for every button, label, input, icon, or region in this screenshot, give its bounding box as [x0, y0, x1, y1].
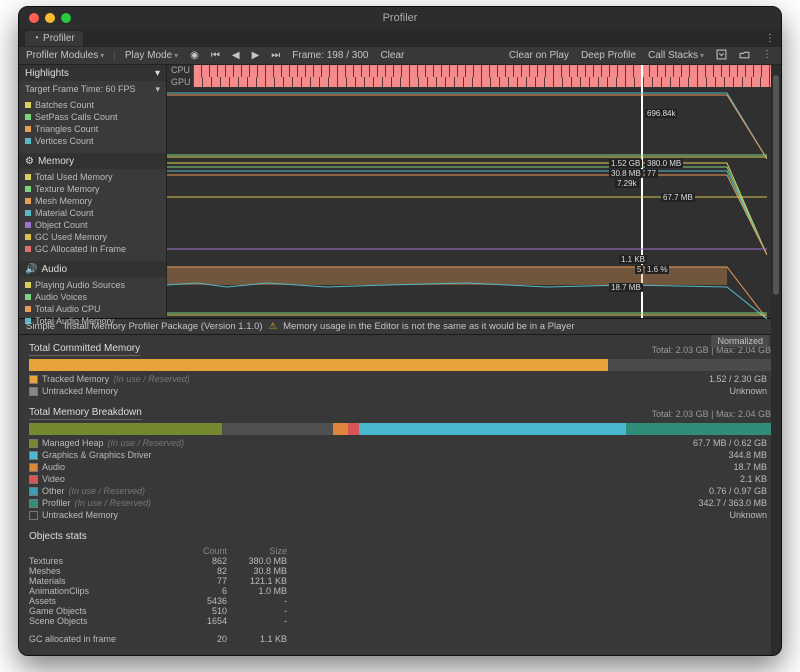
object-row: AnimationClips61.0 MB [29, 586, 771, 596]
checkbox-icon[interactable] [29, 387, 38, 396]
titlebar[interactable]: Profiler [19, 7, 781, 29]
legend-item[interactable]: Batches Count [25, 99, 160, 111]
gpu-row-label: GPU [171, 77, 191, 87]
call-stacks-dropdown[interactable]: Call Stacks [645, 50, 707, 61]
legend-item[interactable]: Total Used Memory [25, 171, 160, 183]
simple-dropdown[interactable]: Simple [23, 321, 58, 332]
memory-row[interactable]: Graphics & Graphics Driver344.8 MB [29, 449, 771, 461]
legend-item[interactable]: Vertices Count [25, 135, 160, 147]
context-menu-icon[interactable]: ⋮ [759, 49, 775, 63]
save-icon[interactable] [713, 49, 730, 63]
scrollbar-thumb[interactable] [773, 75, 779, 295]
speaker-icon: 🔊 [25, 264, 37, 275]
committed-header: Total Committed Memory Total: 2.03 GB | … [29, 343, 771, 356]
memory-row[interactable]: Audio18.7 MB [29, 461, 771, 473]
checkbox-icon[interactable] [29, 499, 38, 508]
legend-item[interactable]: GC Allocated In Frame [25, 243, 160, 255]
memory-row[interactable]: Untracked MemoryUnknown [29, 509, 771, 521]
warning-icon: ⚠ [269, 321, 278, 332]
memory-row[interactable]: Profiler (In use / Reserved)342.7 / 363.… [29, 497, 771, 509]
checkbox-icon[interactable] [29, 463, 38, 472]
memory-module[interactable]: ⚙Memory [19, 153, 166, 169]
checkbox-icon[interactable] [29, 451, 38, 460]
window-title: Profiler [19, 12, 781, 24]
prev-frame-button[interactable]: ⏮ [208, 50, 223, 61]
normalized-toggle[interactable]: Normalized [711, 335, 769, 347]
deep-profile-toggle[interactable]: Deep Profile [578, 50, 639, 61]
memory-row[interactable]: Video2.1 KB [29, 473, 771, 485]
checkbox-icon[interactable] [29, 511, 38, 520]
legend-item[interactable]: Total Audio CPU [25, 303, 160, 315]
frame-label: Frame: 198 / 300 [289, 50, 371, 61]
load-icon[interactable] [736, 49, 753, 63]
record-button[interactable]: ◉ [187, 50, 202, 61]
play-mode-dropdown[interactable]: Play Mode [122, 50, 181, 61]
legend-item[interactable]: Material Count [25, 207, 160, 219]
committed-bar [29, 359, 771, 371]
profiler-window: Profiler ◔ Profiler ⋮ Profiler Modules |… [18, 6, 782, 656]
audio-module[interactable]: 🔊Audio [19, 261, 166, 277]
object-row: Materials77121.1 KB [29, 576, 771, 586]
object-row: Textures862380.0 MB [29, 556, 771, 566]
highlights-module[interactable]: Highlights▾ [19, 65, 166, 81]
module-sidebar: Highlights▾ Target Frame Time: 60 FPS▾ B… [19, 65, 167, 318]
legend-item[interactable]: Texture Memory [25, 183, 160, 195]
object-row: Assets5436- [29, 596, 771, 606]
checkbox-icon[interactable] [29, 439, 38, 448]
object-row: Scene Objects1654- [29, 616, 771, 626]
step-back-button[interactable]: ◀ [229, 50, 243, 61]
breakdown-bar [29, 423, 771, 435]
gpu-framestrip[interactable] [193, 77, 781, 87]
toolbar: Profiler Modules | Play Mode ◉ ⏮ ◀ ▶ ⏭ F… [19, 47, 781, 65]
memory-row[interactable]: Tracked Memory (In use / Reserved)1.52 /… [29, 373, 771, 385]
memory-row[interactable]: Managed Heap (In use / Reserved)67.7 MB … [29, 437, 771, 449]
chart-region: Highlights▾ Target Frame Time: 60 FPS▾ B… [19, 65, 781, 319]
memory-details: Normalized Total Committed Memory Total:… [19, 335, 781, 655]
tab-bar: ◔ Profiler ⋮ [19, 29, 781, 47]
gear-icon: ⚙ [25, 156, 34, 167]
cpu-framestrip[interactable] [193, 65, 781, 77]
object-row: Game Objects510- [29, 606, 771, 616]
object-row: Meshes8230.8 MB [29, 566, 771, 576]
legend-item[interactable]: SetPass Calls Count [25, 111, 160, 123]
chart-area[interactable]: CPU GPU 696.84k 1.52 GB [167, 65, 781, 318]
install-package-link[interactable]: Install Memory Profiler Package (Version… [64, 321, 263, 332]
legend-item[interactable]: GC Used Memory [25, 231, 160, 243]
clear-button[interactable]: Clear [377, 50, 407, 61]
tab-menu-icon[interactable]: ⋮ [765, 33, 781, 44]
checkbox-icon[interactable] [29, 375, 38, 384]
checkbox-icon[interactable] [29, 487, 38, 496]
next-frame-button[interactable]: ⏭ [268, 50, 283, 61]
target-frame-time[interactable]: Target Frame Time: 60 FPS▾ [19, 81, 166, 97]
profiler-modules-dropdown[interactable]: Profiler Modules [23, 50, 107, 61]
legend-item[interactable]: Playing Audio Sources [25, 279, 160, 291]
cpu-row-label: CPU [171, 65, 190, 75]
tab-profiler[interactable]: ◔ Profiler [25, 31, 83, 46]
breakdown-header: Total Memory Breakdown Total: 2.03 GB | … [29, 407, 771, 420]
legend-item[interactable]: Mesh Memory [25, 195, 160, 207]
memory-row[interactable]: Other (In use / Reserved)0.76 / 0.97 GB [29, 485, 771, 497]
checkbox-icon[interactable] [29, 475, 38, 484]
warning-text: Memory usage in the Editor is not the sa… [283, 321, 574, 332]
legend-item[interactable]: Audio Voices [25, 291, 160, 303]
clear-on-play-toggle[interactable]: Clear on Play [506, 50, 572, 61]
legend-item[interactable]: Triangles Count [25, 123, 160, 135]
tab-icon: ◔ [33, 33, 39, 44]
scrollbar[interactable] [771, 65, 781, 655]
step-forward-button[interactable]: ▶ [249, 50, 263, 61]
legend-item[interactable]: Object Count [25, 219, 160, 231]
memory-row[interactable]: Untracked MemoryUnknown [29, 385, 771, 397]
